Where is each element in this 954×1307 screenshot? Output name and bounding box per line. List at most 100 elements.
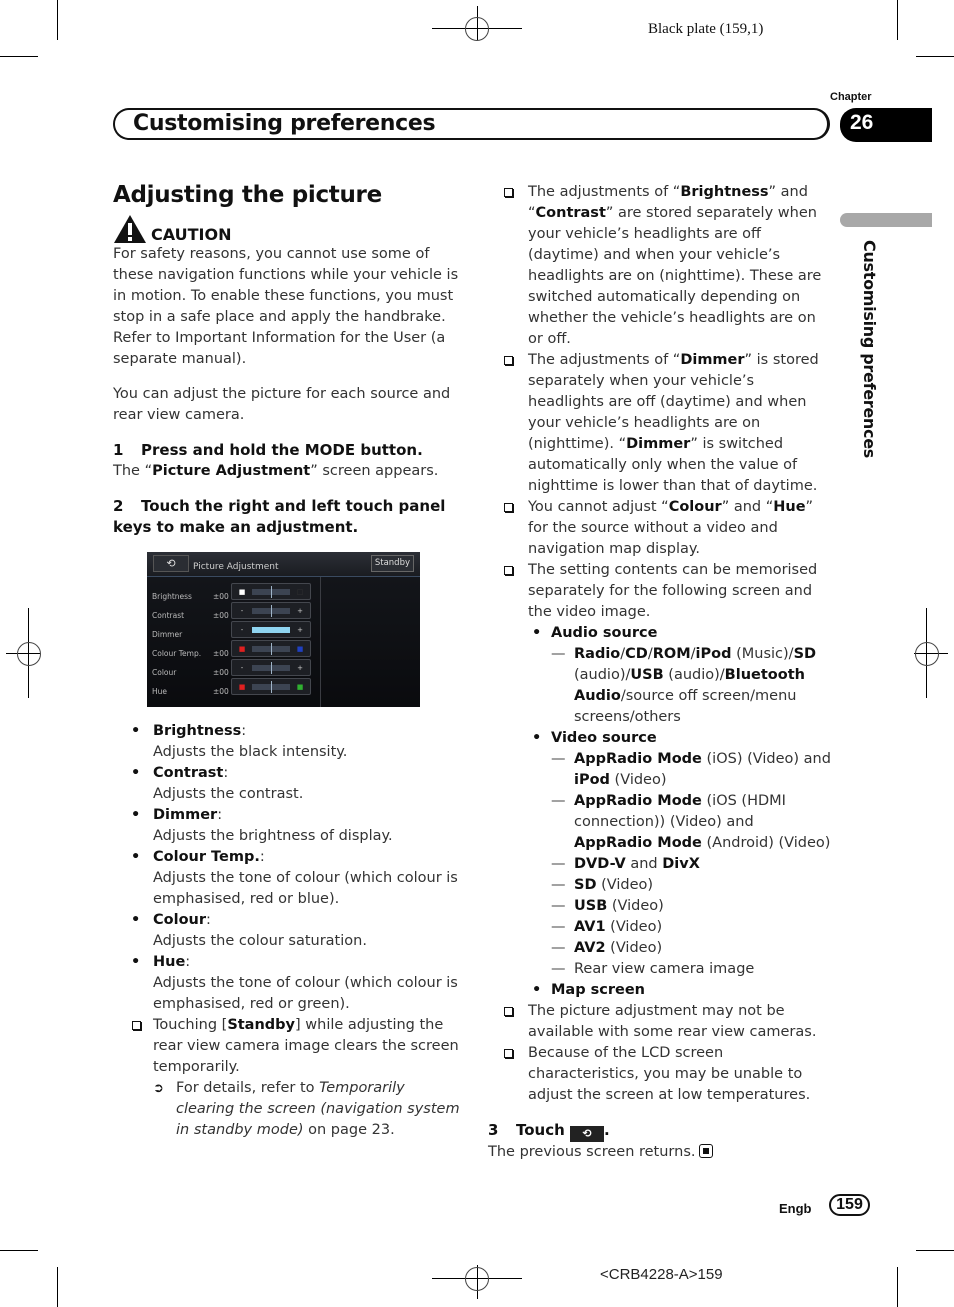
increase-button[interactable]: ■ <box>296 683 304 691</box>
picture-adjustment-screenshot: ⟲ Picture Adjustment Standby Brightness ±… <box>147 552 420 707</box>
adjust-slider[interactable]: - + <box>231 659 311 676</box>
side-thumb-tab <box>840 213 932 227</box>
registration-mark <box>17 642 41 666</box>
setting-list-item: • Hue: Adjusts the tone of colour (which c… <box>131 954 458 1012</box>
video-source-item: — DVD-V and DivX <box>551 856 700 872</box>
left-column: Adjusting the picture CAUTION For safety… <box>113 180 463 1141</box>
registration-mark <box>465 1267 489 1291</box>
crop-mark <box>897 1267 898 1307</box>
caution-heading: CAUTION <box>113 214 463 244</box>
screen-row-label: Hue <box>152 687 168 696</box>
slider-thumb[interactable] <box>271 605 272 617</box>
right-column: The adjustments of “Brightness” and “Con… <box>488 182 833 1163</box>
note-checkbox-icon <box>132 1021 141 1030</box>
note-dimmer: The adjustments of “Dimmer” is stored se… <box>488 350 833 497</box>
screen-row-brightness: Brightness ±00 ■ □ <box>152 583 312 601</box>
crop-mark <box>0 56 38 57</box>
crop-mark <box>916 56 954 57</box>
setting-list-item: • Contrast: Adjusts the contrast. <box>131 765 304 802</box>
increase-button[interactable]: □ <box>296 588 304 596</box>
note-colour-hue: You cannot adjust “Colour” and “Hue” for… <box>488 497 833 560</box>
setting-list-item: • Colour: Adjusts the colour saturation. <box>131 912 367 949</box>
step-2: 2 Touch the right and left touch panel ke… <box>113 497 446 536</box>
increase-button[interactable]: + <box>296 626 304 634</box>
decrease-button[interactable]: - <box>238 626 246 634</box>
chapter-number-tab: 26 <box>840 108 932 142</box>
slider-track[interactable] <box>252 681 290 693</box>
decrease-button[interactable]: - <box>238 664 246 672</box>
screen-title-bar: ⟲ Picture Adjustment Standby <box>147 552 420 577</box>
slider-track[interactable] <box>252 605 290 617</box>
step-1-result: The “Picture Adjustment” screen appears. <box>113 463 439 479</box>
crop-mark <box>57 0 58 40</box>
crop-mark <box>897 0 898 40</box>
note-checkbox-icon <box>504 1049 513 1058</box>
note-checkbox-icon <box>504 566 513 575</box>
decrease-button[interactable]: - <box>238 607 246 615</box>
section-title: Adjusting the picture <box>113 182 382 208</box>
video-source-item: — AppRadio Mode (iOS) (Video) and iPod (V… <box>551 751 831 788</box>
chapter-label: Chapter <box>830 91 872 103</box>
screen-title: Picture Adjustment <box>193 562 279 572</box>
slider-track[interactable] <box>252 586 290 598</box>
cross-reference: ➲ For details, refer to Temporarily clea… <box>153 1080 460 1138</box>
increase-button[interactable]: ■ <box>296 645 304 653</box>
video-source-item: — AppRadio Mode (iOS (HDMI connection)) (… <box>551 793 831 851</box>
note-checkbox-icon <box>504 356 513 365</box>
slider-thumb[interactable] <box>271 681 272 693</box>
slider-track[interactable] <box>252 662 290 674</box>
adjust-slider[interactable]: - + <box>231 602 311 619</box>
decrease-button[interactable]: ■ <box>238 645 246 653</box>
document-code: <CRB4228-A>159 <box>600 1266 723 1283</box>
crop-mark <box>0 1250 38 1251</box>
screen-row-dimmer: Dimmer - + <box>152 621 312 639</box>
note-rear-camera: The picture adjustment may not be availa… <box>488 1001 833 1043</box>
screen-row-contrast: Contrast ±00- + <box>152 602 312 620</box>
video-source-item: — AV1 (Video) <box>551 919 663 935</box>
video-source-item: — Rear view camera image <box>551 961 755 977</box>
page-number: 159 <box>829 1194 870 1216</box>
note-checkbox-icon <box>504 1007 513 1016</box>
increase-button[interactable]: + <box>296 664 304 672</box>
adjust-slider[interactable]: ■ ■ <box>231 678 311 695</box>
screen-row-colour: Colour ±00- + <box>152 659 312 677</box>
chapter-header-bar: Customising preferences <box>113 108 830 140</box>
decrease-button[interactable]: ■ <box>238 588 246 596</box>
note-memorised: The setting contents can be memorised se… <box>488 560 833 623</box>
slider-track[interactable] <box>252 627 290 633</box>
standby-button[interactable]: Standby <box>370 555 414 572</box>
decrease-button[interactable]: ■ <box>238 683 246 691</box>
note-checkbox-icon <box>504 503 513 512</box>
warning-triangle-icon <box>114 215 146 243</box>
increase-button[interactable]: + <box>296 607 304 615</box>
slider-thumb[interactable] <box>271 586 272 598</box>
slider-thumb[interactable] <box>271 662 272 674</box>
setting-list-item: • Colour Temp.: Adjusts the tone of colour… <box>131 849 458 907</box>
screen-row-hue: Hue ±00 ■ ■ <box>152 678 312 696</box>
side-chapter-label: Customising preferences <box>860 240 879 458</box>
back-button[interactable]: ⟲ <box>153 555 189 572</box>
step-3: 3 Touch ⟲. <box>488 1121 610 1142</box>
end-of-section-icon <box>698 1144 713 1158</box>
adjust-slider[interactable]: ■ □ <box>231 583 311 600</box>
slider-track[interactable] <box>252 643 290 655</box>
note-brightness-contrast: The adjustments of “Brightness” and “Con… <box>488 182 833 350</box>
slider-thumb[interactable] <box>271 643 272 655</box>
adjust-slider[interactable]: ■ ■ <box>231 640 311 657</box>
reference-arrow-icon: ➲ <box>153 1081 164 1096</box>
adjust-slider[interactable]: - + <box>231 621 311 638</box>
crop-mark <box>57 1267 58 1307</box>
back-arrow-icon: ⟲ <box>570 1126 605 1142</box>
audio-source-heading: • Audio source <box>532 625 658 641</box>
audio-source-item: — Radio/CD/ROM/iPod (Music)/SD (audio)/US… <box>551 646 817 725</box>
screen-row-value: ±00 <box>213 687 229 696</box>
screen-divider <box>320 577 321 707</box>
video-source-item: — SD (Video) <box>551 877 654 893</box>
note-lcd-temperature: Because of the LCD screen characteristic… <box>488 1043 833 1106</box>
video-source-heading: • Video source <box>532 730 657 746</box>
caution-text: For safety reasons, you cannot use some … <box>113 246 459 367</box>
registration-mark <box>465 17 489 41</box>
settings-list: • Brightness: Adjusts the black intensity.… <box>113 721 463 1015</box>
note-checkbox-icon <box>504 188 513 197</box>
slider-fill <box>252 627 290 633</box>
